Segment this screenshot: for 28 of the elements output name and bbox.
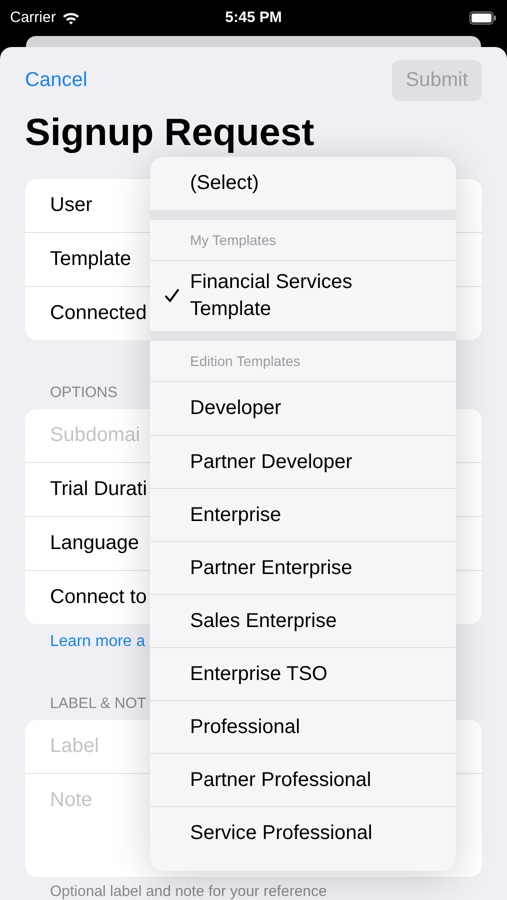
menu-section-header: My Templates <box>190 232 276 248</box>
section-header: LABEL & NOT <box>50 695 146 712</box>
row-label[interactable]: Trial Durati <box>50 478 148 501</box>
menu-option[interactable]: Partner Developer <box>150 435 456 488</box>
menu-option[interactable]: (Select) <box>150 157 456 210</box>
menu-option[interactable]: Developer <box>150 382 456 435</box>
section-footer: Optional label and note for your reference <box>50 883 482 900</box>
page-title: Signup Request <box>25 113 314 153</box>
row-label[interactable]: User <box>50 194 92 217</box>
row-label[interactable]: Connected <box>50 302 147 325</box>
row-label[interactable]: Language <box>50 532 139 555</box>
menu-option[interactable]: Partner Enterprise <box>150 541 456 594</box>
menu-option[interactable]: Professional <box>150 700 456 753</box>
menu-option[interactable]: Enterprise <box>150 488 456 541</box>
section-header: OPTIONS <box>50 384 118 401</box>
menu-option[interactable]: Enterprise TSO <box>150 647 456 700</box>
menu-option[interactable]: Service Professional <box>150 806 456 859</box>
row-label[interactable]: Connect to <box>50 586 147 609</box>
menu-option[interactable]: Financial Services Template <box>150 261 456 331</box>
menu-option[interactable]: Sales Enterprise <box>150 594 456 647</box>
battery-icon <box>469 10 497 25</box>
status-time: 5:45 PM <box>225 9 282 26</box>
row-label[interactable]: Template <box>50 248 132 271</box>
wifi-icon <box>62 10 80 25</box>
menu-option[interactable]: Partner Professional <box>150 753 456 806</box>
carrier-label: Carrier <box>10 9 56 26</box>
checkmark-icon <box>164 288 180 304</box>
menu-section-header: Edition Templates <box>190 353 300 369</box>
